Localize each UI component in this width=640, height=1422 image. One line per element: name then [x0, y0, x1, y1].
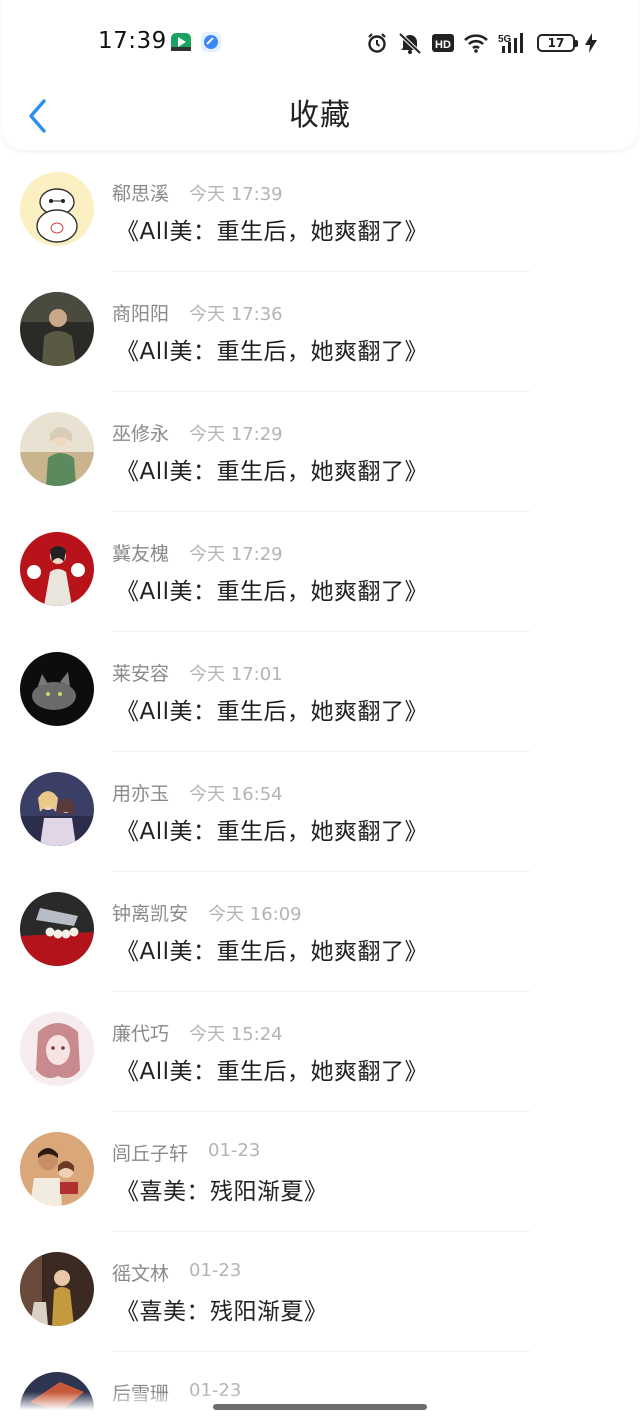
status-bar: 17:39 HD 5G 17 — [2, 0, 638, 86]
favorites-screen: 17:39 HD 5G 17 收藏 郗思溪 今天 17:39 《All美：重生后… — [0, 0, 640, 1422]
mute-icon — [397, 32, 423, 54]
post-time: 今天 17:29 — [189, 424, 283, 445]
post-time: 今天 17:01 — [189, 664, 283, 685]
list-item[interactable]: 商阳阳 今天 17:36 《All美：重生后，她爽翻了》 — [0, 272, 640, 392]
alarm-icon — [366, 32, 388, 54]
post-time: 今天 17:39 — [189, 184, 283, 205]
post-time: 今天 16:09 — [208, 904, 302, 925]
svg-text:HD: HD — [435, 39, 451, 51]
home-indicator[interactable] — [213, 1404, 427, 1410]
user-name: 商阳阳 — [112, 303, 170, 325]
user-name: 用亦玉 — [112, 783, 170, 805]
avatar[interactable] — [20, 532, 94, 606]
book-title[interactable]: 《喜美：残阳渐夏》 — [116, 1172, 328, 1206]
avatar[interactable] — [20, 772, 94, 846]
user-name: 巫修永 — [112, 423, 170, 445]
5g-signal-icon: 5G — [498, 32, 528, 54]
wifi-icon — [463, 33, 489, 53]
list-item[interactable]: 巫修永 今天 17:29 《All美：重生后，她爽翻了》 — [0, 392, 640, 512]
page-title: 收藏 — [289, 98, 351, 133]
user-name: 廉代巧 — [112, 1023, 170, 1045]
avatar[interactable] — [20, 172, 94, 246]
video-app-icon — [170, 31, 192, 53]
book-title[interactable]: 《All美：重生后，她爽翻了》 — [116, 692, 428, 726]
avatar[interactable] — [20, 1252, 94, 1326]
user-name: 莱安容 — [112, 663, 170, 685]
post-time: 今天 17:36 — [189, 304, 283, 325]
post-time: 今天 15:24 — [189, 1024, 283, 1045]
list-item[interactable]: 钟离凯安 今天 16:09 《All美：重生后，她爽翻了》 — [0, 872, 640, 992]
book-title[interactable]: 《All美：重生后，她爽翻了》 — [116, 452, 428, 486]
book-title[interactable]: 《All美：重生后，她爽翻了》 — [116, 332, 428, 366]
browser-app-icon — [200, 31, 222, 53]
avatar[interactable] — [20, 1012, 94, 1086]
list-item[interactable]: 徭文林 01-23 《喜美：残阳渐夏》 — [0, 1232, 640, 1352]
status-icons: HD 5G 17 — [366, 29, 598, 57]
user-name: 徭文林 — [112, 1263, 170, 1285]
list-item[interactable]: 廉代巧 今天 15:24 《All美：重生后，她爽翻了》 — [0, 992, 640, 1112]
avatar[interactable] — [20, 412, 94, 486]
avatar[interactable] — [20, 1132, 94, 1206]
post-time: 今天 17:29 — [189, 544, 283, 565]
avatar[interactable] — [20, 292, 94, 366]
user-name: 闾丘子轩 — [112, 1143, 189, 1165]
favorites-list: 郗思溪 今天 17:39 《All美：重生后，她爽翻了》 商阳阳 今天 17:3… — [0, 152, 640, 1422]
book-title[interactable]: 《All美：重生后，她爽翻了》 — [116, 1052, 428, 1086]
avatar[interactable] — [20, 652, 94, 726]
book-title[interactable]: 《All美：重生后，她爽翻了》 — [116, 212, 428, 246]
user-name: 冀友槐 — [112, 543, 170, 565]
hd-icon: HD — [432, 33, 454, 53]
book-title[interactable]: 《喜美：残阳渐夏》 — [116, 1292, 328, 1326]
list-item[interactable]: 冀友槐 今天 17:29 《All美：重生后，她爽翻了》 — [0, 512, 640, 632]
book-title[interactable]: 《All美：重生后，她爽翻了》 — [116, 932, 428, 966]
post-time: 01-23 — [208, 1140, 261, 1161]
list-item[interactable]: 莱安容 今天 17:01 《All美：重生后，她爽翻了》 — [0, 632, 640, 752]
battery-level: 17 — [537, 34, 578, 52]
battery-icon: 17 — [537, 34, 578, 52]
book-title[interactable]: 《All美：重生后，她爽翻了》 — [116, 812, 428, 846]
list-item[interactable]: 用亦玉 今天 16:54 《All美：重生后，她爽翻了》 — [0, 752, 640, 872]
status-time: 17:39 — [98, 28, 167, 54]
user-name: 郗思溪 — [112, 183, 170, 205]
post-time: 01-23 — [189, 1260, 242, 1281]
book-title[interactable]: 《All美：重生后，她爽翻了》 — [116, 572, 428, 606]
user-name: 钟离凯安 — [112, 903, 189, 925]
post-time: 今天 16:54 — [189, 784, 283, 805]
header: 17:39 HD 5G 17 收藏 — [2, 0, 638, 150]
list-item[interactable]: 郗思溪 今天 17:39 《All美：重生后，她爽翻了》 — [0, 152, 640, 272]
list-item[interactable]: 闾丘子轩 01-23 《喜美：残阳渐夏》 — [0, 1112, 640, 1232]
charging-icon — [584, 32, 598, 54]
avatar[interactable] — [20, 892, 94, 966]
